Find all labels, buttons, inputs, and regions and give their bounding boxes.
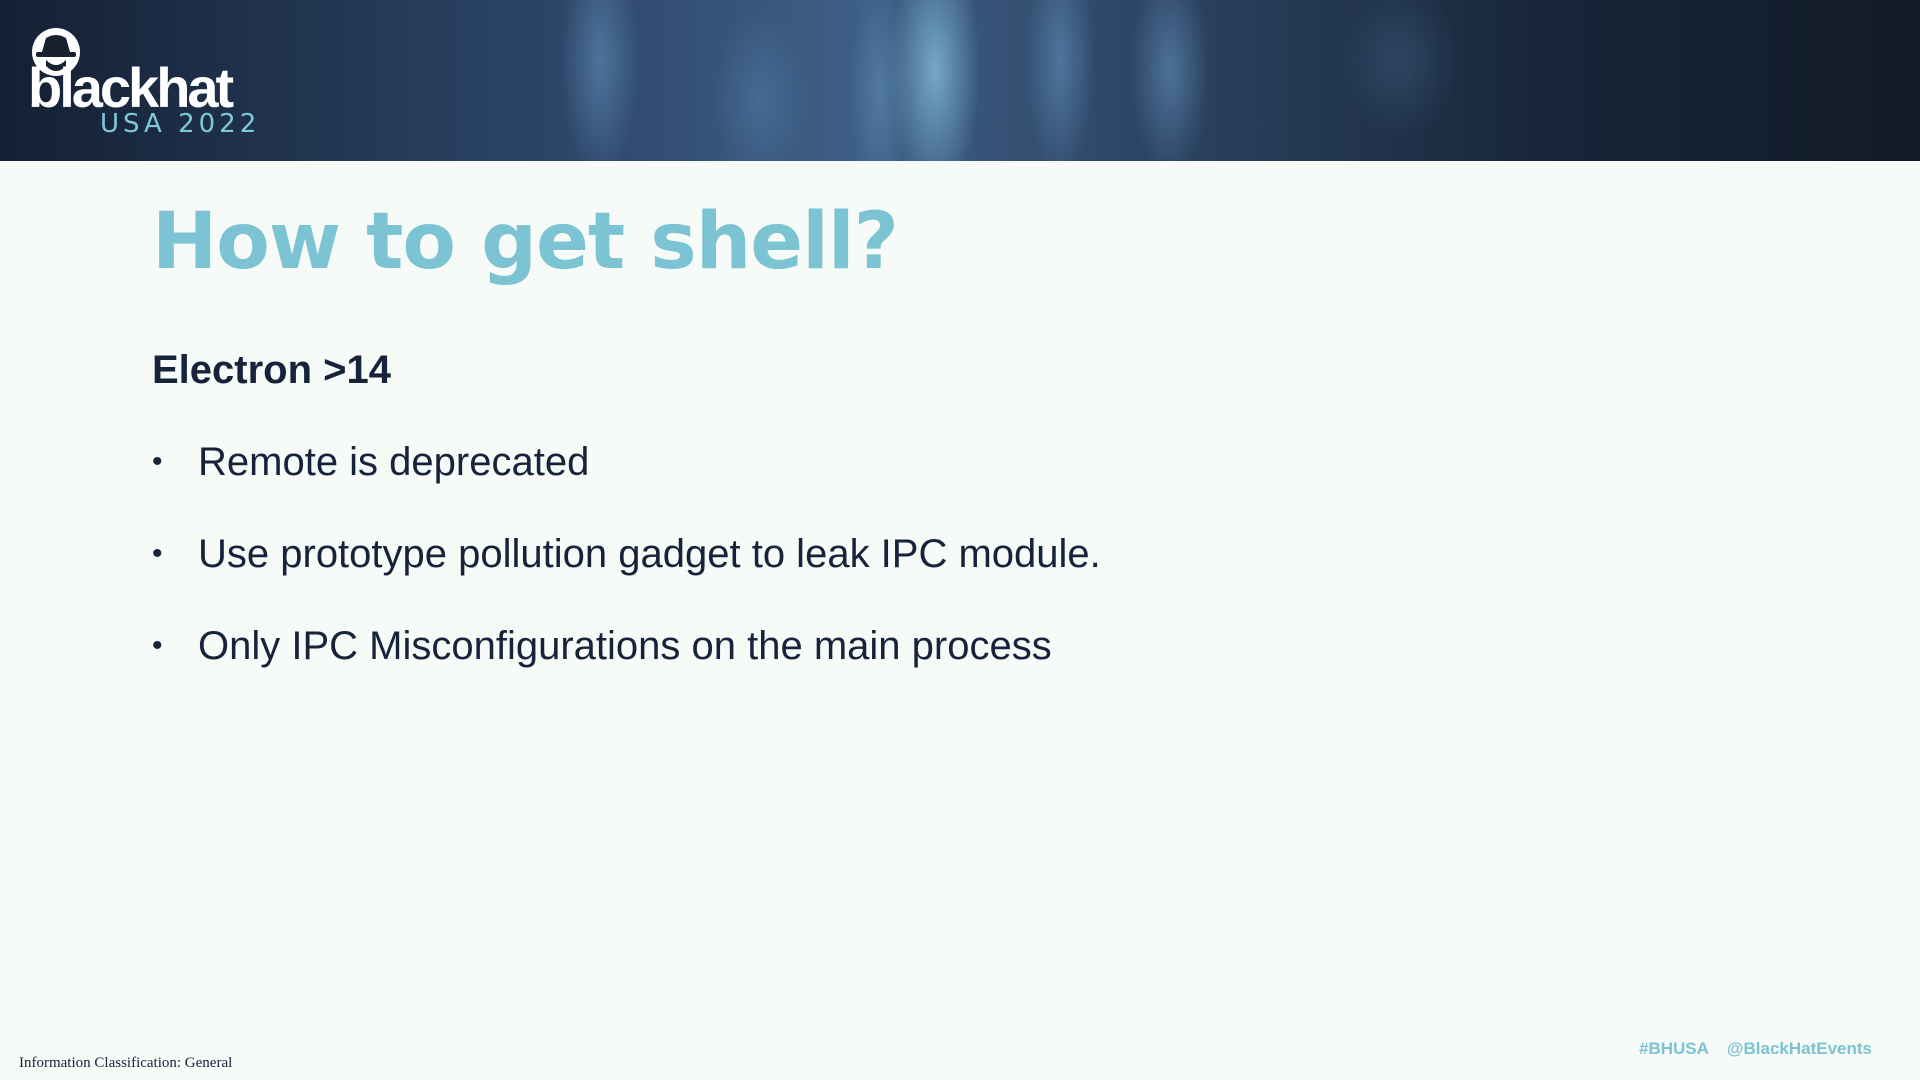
footer-hashtag: #BHUSA: [1639, 1039, 1709, 1058]
slide-subheading: Electron >14: [152, 348, 392, 392]
footer-classification: Information Classification: General: [19, 1055, 233, 1071]
bullet-text: Remote is deprecated: [198, 440, 590, 484]
bullet-marker: •: [152, 537, 163, 570]
blackhat-logo: blackhat USA 2022: [28, 26, 308, 138]
header-banner: blackhat USA 2022: [0, 0, 1920, 161]
bullet-text: Only IPC Misconfigurations on the main p…: [198, 624, 1052, 668]
footer-handle: @BlackHatEvents: [1726, 1039, 1872, 1058]
slide-title: How to get shell?: [152, 197, 899, 287]
bullet-marker: •: [152, 629, 163, 662]
bullet-marker: •: [152, 445, 163, 478]
logo-event-label: USA 2022: [100, 109, 261, 139]
bullet-text: Use prototype pollution gadget to leak I…: [198, 532, 1101, 576]
footer-social-tags: #BHUSA @BlackHatEvents: [1621, 1039, 1872, 1059]
logo-wordmark: blackhat: [28, 56, 234, 119]
slide: blackhat USA 2022 How to get shell? Elec…: [0, 0, 1920, 1080]
